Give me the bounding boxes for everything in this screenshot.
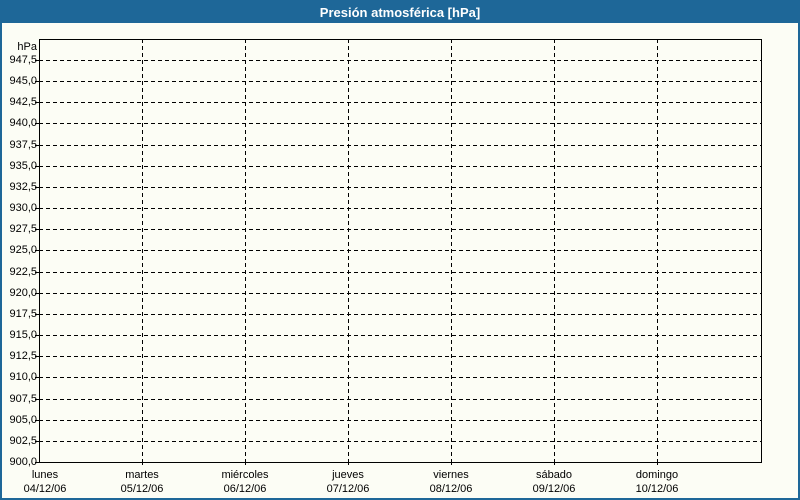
y-tick-label: 917,5 bbox=[9, 308, 37, 320]
y-tick-label: 932,5 bbox=[9, 181, 37, 193]
x-date-label: 04/12/06 bbox=[23, 483, 67, 495]
x-day-label: lunes bbox=[31, 469, 59, 481]
y-tick-label: 935,0 bbox=[9, 160, 37, 172]
y-tick-label: 925,0 bbox=[9, 244, 37, 256]
x-date-label: 05/12/06 bbox=[120, 483, 164, 495]
y-tick-label: 922,5 bbox=[9, 266, 37, 278]
y-tick-label: 927,5 bbox=[9, 223, 37, 235]
y-tick-label: 940,0 bbox=[9, 117, 37, 129]
y-tick-label: 900,0 bbox=[9, 456, 37, 468]
x-date-label: 09/12/06 bbox=[532, 483, 576, 495]
x-date-label: 06/12/06 bbox=[223, 483, 267, 495]
y-tick-label: 902,5 bbox=[9, 435, 37, 447]
y-tick-label: 947,5 bbox=[9, 54, 37, 66]
x-day-label: miércoles bbox=[221, 469, 269, 481]
x-day-label: sábado bbox=[535, 469, 573, 481]
x-date-label: 10/12/06 bbox=[635, 483, 679, 495]
x-date-label: 08/12/06 bbox=[429, 483, 473, 495]
y-tick-label: 905,0 bbox=[9, 414, 37, 426]
y-tick-label: 937,5 bbox=[9, 139, 37, 151]
pressure-chart-window: Presión atmosférica [hPa] hPa 947,5 945,0… bbox=[0, 0, 800, 500]
y-tick-label: 912,5 bbox=[9, 350, 37, 362]
x-day-label: martes bbox=[125, 469, 159, 481]
y-tick-label: 910,0 bbox=[9, 371, 37, 383]
y-tick-label: 907,5 bbox=[9, 393, 37, 405]
x-day-label: jueves bbox=[332, 469, 364, 481]
y-tick-label: 915,0 bbox=[9, 329, 37, 341]
x-day-label: domingo bbox=[635, 469, 679, 481]
y-tick-label: 930,0 bbox=[9, 202, 37, 214]
y-tick-label: 945,0 bbox=[9, 75, 37, 87]
pressure-chart: hPa 947,5 945,0 942,5 940,0 937,5 935,0 932,5 9… bbox=[2, 2, 798, 498]
y-axis-unit-label: hPa bbox=[17, 41, 37, 53]
x-day-label: viernes bbox=[433, 469, 469, 481]
y-tick-label: 920,0 bbox=[9, 287, 37, 299]
plot-grid bbox=[35, 39, 762, 465]
y-tick-label: 942,5 bbox=[9, 96, 37, 108]
x-date-label: 07/12/06 bbox=[326, 483, 370, 495]
